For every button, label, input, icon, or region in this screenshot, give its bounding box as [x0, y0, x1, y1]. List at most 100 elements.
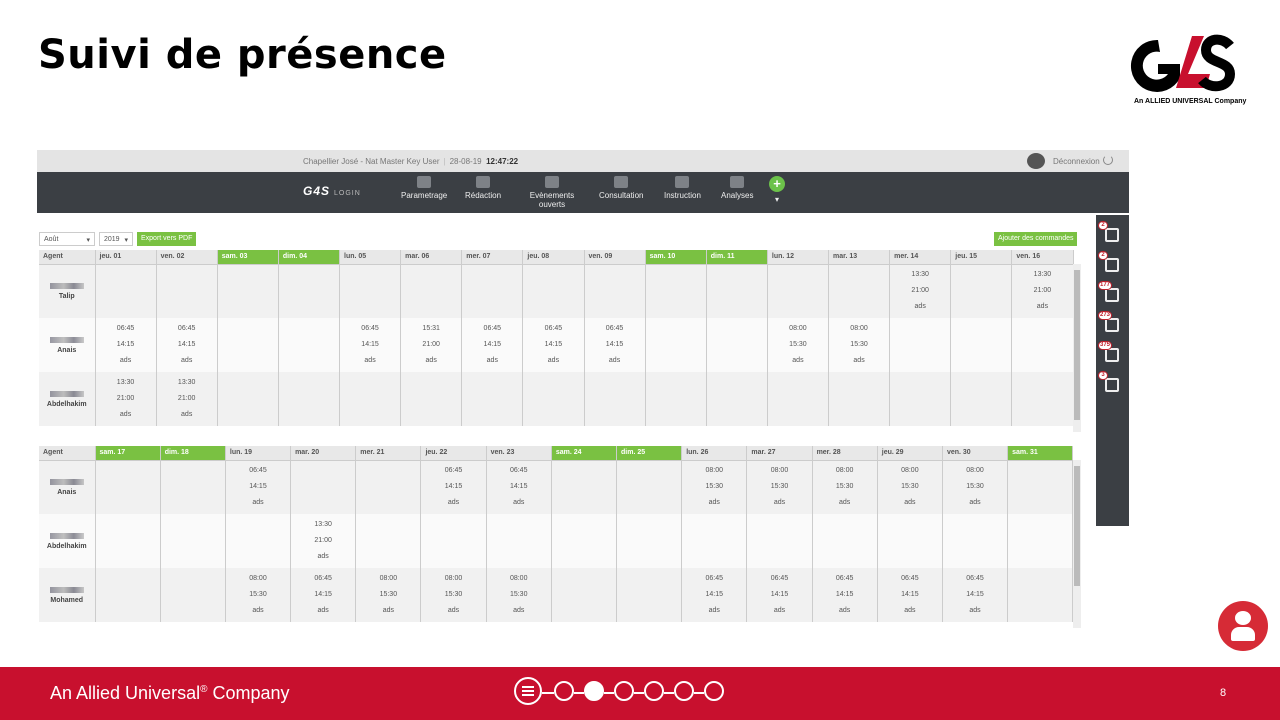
shift-cell[interactable]: [217, 372, 279, 426]
org-chart-icon[interactable]: 3: [1098, 371, 1122, 395]
shift-cell[interactable]: 13:30 21:00 ads: [889, 264, 952, 318]
shift-cell[interactable]: 06:45 14:15 ads: [584, 318, 646, 372]
shift-cell[interactable]: 08:00 15:30 ads: [767, 318, 830, 372]
shift-cell[interactable]: [160, 568, 226, 622]
shift-cell[interactable]: [160, 460, 226, 514]
shift-cell[interactable]: [877, 514, 943, 568]
nav-evenements[interactable]: Evènements ouverts: [527, 176, 577, 209]
shift-cell[interactable]: [278, 372, 341, 426]
shift-cell[interactable]: [942, 514, 1009, 568]
shift-cell[interactable]: 06:45 14:15 ads: [877, 568, 943, 622]
shift-cell[interactable]: [889, 372, 952, 426]
warning-icon[interactable]: 2: [1098, 251, 1122, 275]
agent-cell[interactable]: Anais: [39, 460, 96, 514]
shift-cell[interactable]: 06:45 14:15 ads: [225, 460, 292, 514]
progress-dot-5[interactable]: [674, 681, 694, 701]
shift-cell[interactable]: [1007, 514, 1074, 568]
shift-cell[interactable]: [645, 372, 707, 426]
device-icon[interactable]: [1027, 153, 1045, 169]
shift-cell[interactable]: [616, 514, 683, 568]
shift-cell[interactable]: 08:00 15:30 ads: [681, 460, 748, 514]
shift-cell[interactable]: 06:45 14:15 ads: [746, 568, 813, 622]
progress-dot-6[interactable]: [704, 681, 724, 701]
agent-cell[interactable]: Abdelhakim: [39, 514, 96, 568]
shift-cell[interactable]: [290, 460, 357, 514]
shift-cell[interactable]: [400, 372, 463, 426]
shift-cell[interactable]: [1011, 318, 1074, 372]
shift-cell[interactable]: [339, 372, 402, 426]
shift-cell[interactable]: 08:00 15:30 ads: [486, 568, 552, 622]
month-select[interactable]: Août ▾: [39, 232, 95, 246]
scrollbar-2[interactable]: [1073, 460, 1081, 628]
agent-cell[interactable]: Talip: [39, 264, 96, 318]
shift-cell[interactable]: 06:45 14:15 ads: [942, 568, 1009, 622]
export-pdf-button[interactable]: Export vers PDF: [137, 232, 197, 246]
shift-cell[interactable]: [461, 372, 524, 426]
logout-link[interactable]: Déconnexion: [1053, 157, 1100, 166]
shift-cell[interactable]: 13:30 21:00 ads: [1011, 264, 1074, 318]
shift-cell[interactable]: 06:45 14:15 ads: [339, 318, 402, 372]
shift-cell[interactable]: [681, 514, 748, 568]
shift-cell[interactable]: 08:00 15:30 ads: [942, 460, 1009, 514]
shift-cell[interactable]: [645, 318, 707, 372]
shift-cell[interactable]: [355, 514, 422, 568]
shift-cell[interactable]: [1007, 460, 1074, 514]
shift-cell[interactable]: [522, 264, 585, 318]
shift-cell[interactable]: 08:00 15:30 ads: [746, 460, 813, 514]
shift-cell[interactable]: [156, 264, 218, 318]
shift-cell[interactable]: [522, 372, 585, 426]
progress-dot-1[interactable]: [554, 681, 574, 701]
power-icon[interactable]: [1103, 155, 1113, 165]
shift-cell[interactable]: 08:00 15:30 ads: [877, 460, 943, 514]
people-icon[interactable]: [1218, 601, 1268, 651]
shift-cell[interactable]: [950, 264, 1013, 318]
shift-cell[interactable]: [461, 264, 524, 318]
shift-cell[interactable]: 06:45 14:15 ads: [461, 318, 524, 372]
shift-cell[interactable]: 13:30 21:00 ads: [156, 372, 218, 426]
shift-cell[interactable]: [1011, 372, 1074, 426]
shift-cell[interactable]: [486, 514, 552, 568]
shift-cell[interactable]: [278, 318, 341, 372]
shift-cell[interactable]: 08:00 15:30 ads: [420, 568, 487, 622]
shift-cell[interactable]: [706, 264, 768, 318]
shift-cell[interactable]: [746, 514, 813, 568]
shift-cell[interactable]: [217, 318, 279, 372]
nav-analyses[interactable]: Analyses: [721, 176, 753, 200]
shift-cell[interactable]: 06:45 14:15 ads: [522, 318, 585, 372]
shift-cell[interactable]: 06:45 14:15 ads: [95, 318, 157, 372]
shift-cell[interactable]: [889, 318, 952, 372]
shift-cell[interactable]: [706, 318, 768, 372]
shift-cell[interactable]: [706, 372, 768, 426]
shift-cell[interactable]: [160, 514, 226, 568]
agent-cell[interactable]: Abdelhakim: [39, 372, 96, 426]
shift-cell[interactable]: [551, 514, 618, 568]
shift-cell[interactable]: [95, 568, 161, 622]
shift-cell[interactable]: [95, 514, 161, 568]
shift-cell[interactable]: [278, 264, 341, 318]
scrollbar-1[interactable]: [1073, 264, 1081, 432]
shift-cell[interactable]: 08:00 15:30 ads: [828, 318, 891, 372]
shift-cell[interactable]: [616, 460, 683, 514]
nav-instruction[interactable]: Instruction: [664, 176, 701, 200]
agent-cell[interactable]: Anais: [39, 318, 96, 372]
shift-cell[interactable]: [339, 264, 402, 318]
nav-add[interactable]: + ▾: [769, 176, 785, 204]
shift-cell[interactable]: 06:45 14:15 ads: [156, 318, 218, 372]
shift-cell[interactable]: 08:00 15:30 ads: [355, 568, 422, 622]
shift-cell[interactable]: 06:45 14:15 ads: [486, 460, 552, 514]
shift-cell[interactable]: 06:45 14:15 ads: [681, 568, 748, 622]
shift-cell[interactable]: 13:30 21:00 ads: [95, 372, 157, 426]
progress-dot-3[interactable]: [614, 681, 634, 701]
agent-cell[interactable]: Mohamed: [39, 568, 96, 622]
shift-cell[interactable]: 13:30 21:00 ads: [290, 514, 357, 568]
nav-parametrage[interactable]: Parametrage: [401, 176, 447, 200]
shift-cell[interactable]: [950, 372, 1013, 426]
shift-cell[interactable]: [767, 372, 830, 426]
shift-cell[interactable]: [551, 460, 618, 514]
nav-consultation[interactable]: Consultation: [599, 176, 643, 200]
shift-cell[interactable]: 06:45 14:15 ads: [290, 568, 357, 622]
shift-cell[interactable]: [551, 568, 618, 622]
shift-cell[interactable]: 08:00 15:30 ads: [812, 460, 878, 514]
shift-cell[interactable]: [812, 514, 878, 568]
progress-dot-4[interactable]: [644, 681, 664, 701]
